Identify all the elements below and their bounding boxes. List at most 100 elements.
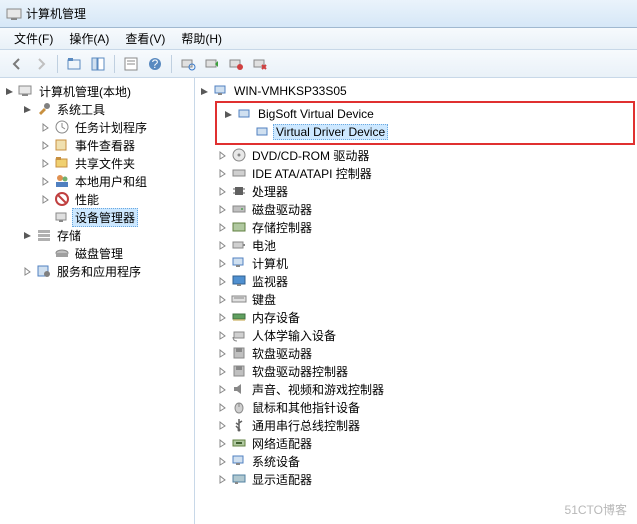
collapse-icon[interactable] <box>20 228 34 242</box>
mmc-icon <box>18 83 34 99</box>
expand-icon[interactable] <box>20 264 34 278</box>
tree-services-apps[interactable]: 服务和应用程序 <box>20 262 192 280</box>
expand-icon[interactable] <box>215 184 229 198</box>
expand-icon[interactable] <box>215 310 229 324</box>
expand-icon[interactable] <box>38 138 52 152</box>
collapse-icon[interactable] <box>2 84 16 98</box>
device-storage-controller[interactable]: 存储控制器 <box>215 218 635 236</box>
expand-icon[interactable] <box>38 156 52 170</box>
device-dvd[interactable]: DVD/CD-ROM 驱动器 <box>215 146 635 164</box>
update-driver-button[interactable] <box>201 53 223 75</box>
device-mouse[interactable]: 鼠标和其他指针设备 <box>215 398 635 416</box>
expand-icon[interactable] <box>38 192 52 206</box>
device-computer[interactable]: 计算机 <box>215 254 635 272</box>
battery-icon <box>231 237 247 253</box>
expand-icon[interactable] <box>38 174 52 188</box>
device-memory[interactable]: 内存设备 <box>215 308 635 326</box>
expand-icon[interactable] <box>215 346 229 360</box>
collapse-icon[interactable] <box>221 107 235 121</box>
expand-icon[interactable] <box>215 274 229 288</box>
menu-file[interactable]: 文件(F) <box>6 28 61 49</box>
expand-icon[interactable] <box>215 400 229 414</box>
device-virtual-driver[interactable]: Virtual Driver Device <box>239 123 629 141</box>
scan-button[interactable] <box>177 53 199 75</box>
node-label: 声音、视频和游戏控制器 <box>249 380 387 399</box>
device-usb[interactable]: 通用串行总线控制器 <box>215 416 635 434</box>
device-battery[interactable]: 电池 <box>215 236 635 254</box>
floppy-controller-icon <box>231 363 247 379</box>
node-label: 服务和应用程序 <box>54 262 144 281</box>
expand-icon[interactable] <box>215 418 229 432</box>
expand-icon[interactable] <box>215 454 229 468</box>
device-sound[interactable]: 声音、视频和游戏控制器 <box>215 380 635 398</box>
expand-icon[interactable] <box>215 364 229 378</box>
expand-icon[interactable] <box>215 328 229 342</box>
device-host[interactable]: WIN-VMHKSP33S05 <box>197 82 635 100</box>
monitor-icon <box>231 273 247 289</box>
node-label: 键盘 <box>249 290 279 309</box>
tools-icon <box>36 101 52 117</box>
device-floppy[interactable]: 软盘驱动器 <box>215 344 635 362</box>
expand-icon[interactable] <box>215 238 229 252</box>
tree-storage[interactable]: 存储 <box>20 226 192 244</box>
device-ide[interactable]: IDE ATA/ATAPI 控制器 <box>215 164 635 182</box>
device-display[interactable]: 显示适配器 <box>215 470 635 488</box>
expand-icon[interactable] <box>215 256 229 270</box>
menu-help[interactable]: 帮助(H) <box>173 28 230 49</box>
expand-icon[interactable] <box>38 120 52 134</box>
disable-button[interactable] <box>225 53 247 75</box>
expand-icon[interactable] <box>215 166 229 180</box>
device-monitor[interactable]: 监视器 <box>215 272 635 290</box>
right-pane: WIN-VMHKSP33S05 BigSoft Virtual Device V… <box>195 78 637 524</box>
tree-system-tools[interactable]: 系统工具 <box>20 100 192 118</box>
menu-action[interactable]: 操作(A) <box>61 28 117 49</box>
back-button[interactable] <box>6 53 28 75</box>
tree-local-users[interactable]: 本地用户和组 <box>38 172 192 190</box>
usb-icon <box>231 417 247 433</box>
expand-icon[interactable] <box>215 220 229 234</box>
node-label: 设备管理器 <box>72 208 138 227</box>
node-label: 磁盘管理 <box>72 244 126 263</box>
device-disk[interactable]: 磁盘驱动器 <box>215 200 635 218</box>
properties-button[interactable] <box>120 53 142 75</box>
tree-shared-folders[interactable]: 共享文件夹 <box>38 154 192 172</box>
expand-icon[interactable] <box>215 292 229 306</box>
tree-task-scheduler[interactable]: 任务计划程序 <box>38 118 192 136</box>
keyboard-icon <box>231 291 247 307</box>
collapse-icon[interactable] <box>197 84 211 98</box>
tree-event-viewer[interactable]: 事件查看器 <box>38 136 192 154</box>
svg-text:?: ? <box>152 57 159 71</box>
expand-icon[interactable] <box>215 436 229 450</box>
device-category-bigsoft[interactable]: BigSoft Virtual Device <box>221 105 629 123</box>
up-button[interactable] <box>63 53 85 75</box>
sound-icon <box>231 381 247 397</box>
device-floppy-controller[interactable]: 软盘驱动器控制器 <box>215 362 635 380</box>
tree-device-manager[interactable]: 设备管理器 <box>38 208 192 226</box>
node-label: 软盘驱动器控制器 <box>249 362 351 381</box>
node-label: 性能 <box>72 190 102 209</box>
forward-button[interactable] <box>30 53 52 75</box>
uninstall-button[interactable] <box>249 53 271 75</box>
menubar: 文件(F) 操作(A) 查看(V) 帮助(H) <box>0 28 637 50</box>
device-system[interactable]: 系统设备 <box>215 452 635 470</box>
expand-icon[interactable] <box>215 472 229 486</box>
tree-disk-management[interactable]: 磁盘管理 <box>38 244 192 262</box>
highlight-box: BigSoft Virtual Device Virtual Driver De… <box>215 101 635 145</box>
help-button[interactable]: ? <box>144 53 166 75</box>
expand-icon[interactable] <box>215 382 229 396</box>
display-adapter-icon <box>231 471 247 487</box>
floppy-icon <box>231 345 247 361</box>
device-hid[interactable]: 人体学输入设备 <box>215 326 635 344</box>
computer-icon <box>213 83 229 99</box>
tree-root-computer-management[interactable]: 计算机管理(本地) <box>2 82 192 100</box>
menu-view[interactable]: 查看(V) <box>117 28 173 49</box>
device-keyboard[interactable]: 键盘 <box>215 290 635 308</box>
device-cpu[interactable]: 处理器 <box>215 182 635 200</box>
expand-icon[interactable] <box>215 202 229 216</box>
device-network[interactable]: 网络适配器 <box>215 434 635 452</box>
show-hide-tree-button[interactable] <box>87 53 109 75</box>
expand-icon[interactable] <box>215 148 229 162</box>
collapse-icon[interactable] <box>20 102 34 116</box>
node-label: 存储 <box>54 226 84 245</box>
tree-performance[interactable]: 性能 <box>38 190 192 208</box>
